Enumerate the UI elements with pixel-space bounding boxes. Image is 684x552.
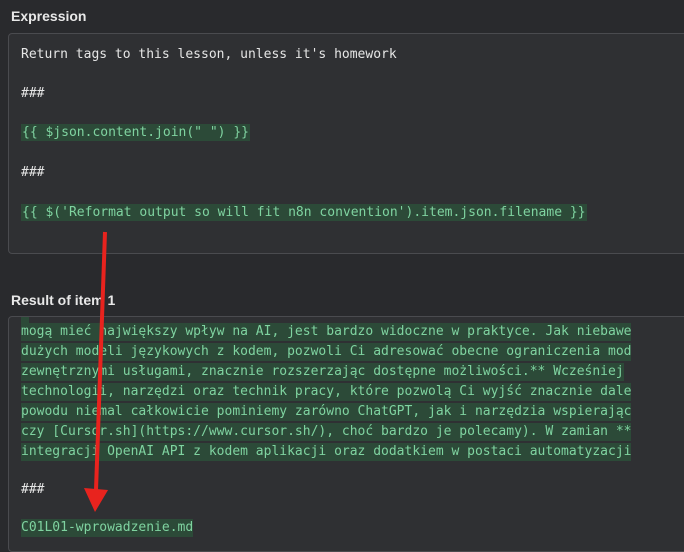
expression-json-content: {{ $json.content.join(" ") }} [21,124,250,141]
expression-line-separator: ### [21,86,45,101]
expression-line-3: {{ $json.content.join(" ") }} [21,124,250,142]
expression-label: Expression [11,8,87,24]
result-line: powodu niemal całkowicie pominiemy zarów… [21,403,632,421]
expression-line-1: Return tags to this lesson, unless it's … [21,47,397,62]
expression-filename: {{ $('Reformat output so will fit n8n co… [21,204,587,221]
expression-line-5: {{ $('Reformat output so will fit n8n co… [21,204,587,222]
result-line: mogą mieć największy wpływ na AI, jest b… [21,323,632,341]
expression-editor[interactable]: Return tags to this lesson, unless it's … [8,33,684,254]
result-line: technologii, narzędzi oraz technik pracy… [21,383,632,401]
result-line: czy [Cursor.sh](https://www.cursor.sh/),… [21,423,632,441]
result-filename: C01L01-wprowadzenie.md [21,519,194,537]
result-label: Result of item 1 [11,292,116,308]
result-panel[interactable]: mogą mieć największy wpływ na AI, jest b… [8,316,684,552]
result-line: zewnętrznymi usługami, znacznie rozszerz… [21,363,624,381]
result-separator: ### [21,482,45,497]
result-line: dużych modeli językowych z kodem, pozwol… [21,343,632,361]
result-line: integracji OpenAI API z kodem aplikacji … [21,443,632,461]
expression-line-separator: ### [21,165,45,180]
